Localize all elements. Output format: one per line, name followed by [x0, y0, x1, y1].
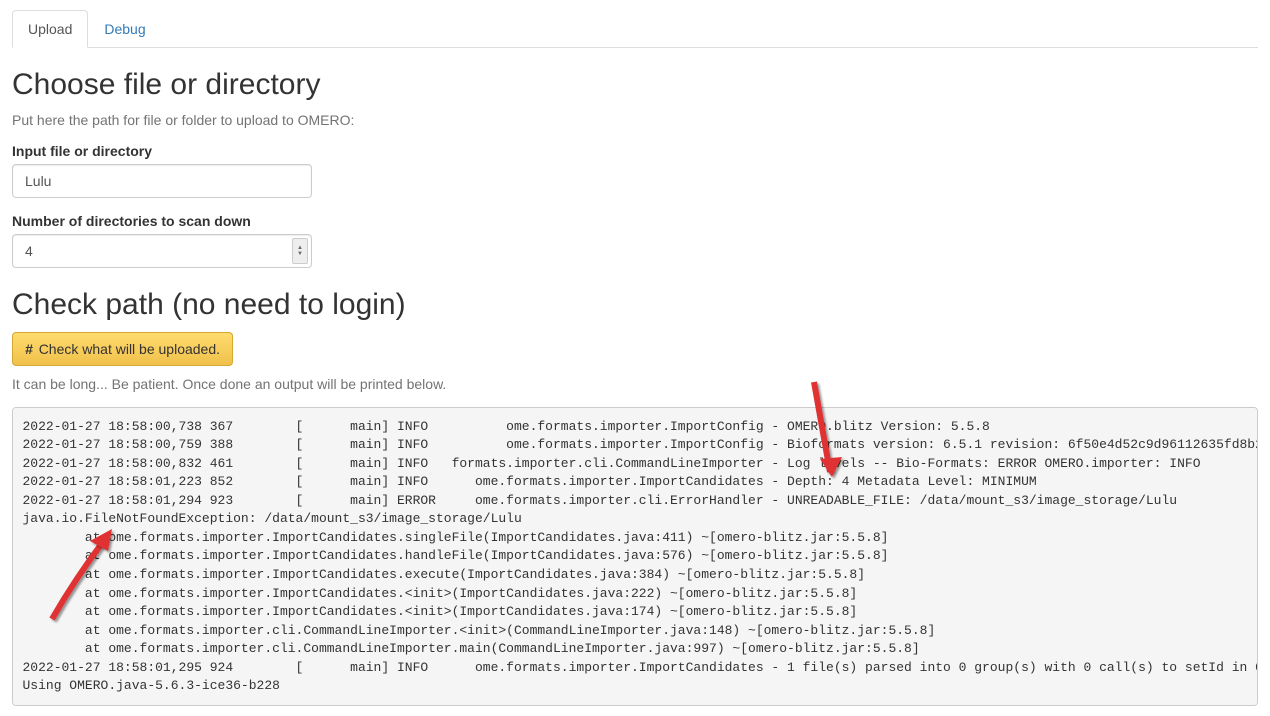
patience-text: It can be long... Be patient. Once done … [12, 376, 1258, 392]
tab-upload[interactable]: Upload [12, 10, 88, 48]
depth-group: Number of directories to scan down [12, 213, 1258, 268]
tab-debug[interactable]: Debug [88, 10, 161, 48]
input-file-label: Input file or directory [12, 143, 1258, 159]
input-file-field[interactable] [12, 164, 312, 198]
log-output: 2022-01-27 18:58:00,738 367 [ main] INFO… [12, 407, 1258, 706]
section-choose-title: Choose file or directory [12, 68, 1258, 102]
check-button[interactable]: # Check what will be uploaded. [12, 332, 233, 366]
depth-label: Number of directories to scan down [12, 213, 1258, 229]
spinner-down-icon[interactable] [293, 251, 307, 257]
section-check-title: Check path (no need to login) [12, 288, 1258, 322]
tab-debug-link[interactable]: Debug [88, 10, 161, 48]
check-button-label: Check what will be uploaded. [39, 341, 220, 357]
depth-field[interactable] [12, 234, 312, 268]
input-file-group: Input file or directory [12, 143, 1258, 198]
depth-spinner[interactable] [292, 238, 308, 264]
hash-icon: # [25, 341, 33, 357]
nav-tabs: Upload Debug [12, 10, 1258, 48]
choose-help-text: Put here the path for file or folder to … [12, 112, 1258, 128]
tab-upload-link[interactable]: Upload [12, 10, 88, 48]
